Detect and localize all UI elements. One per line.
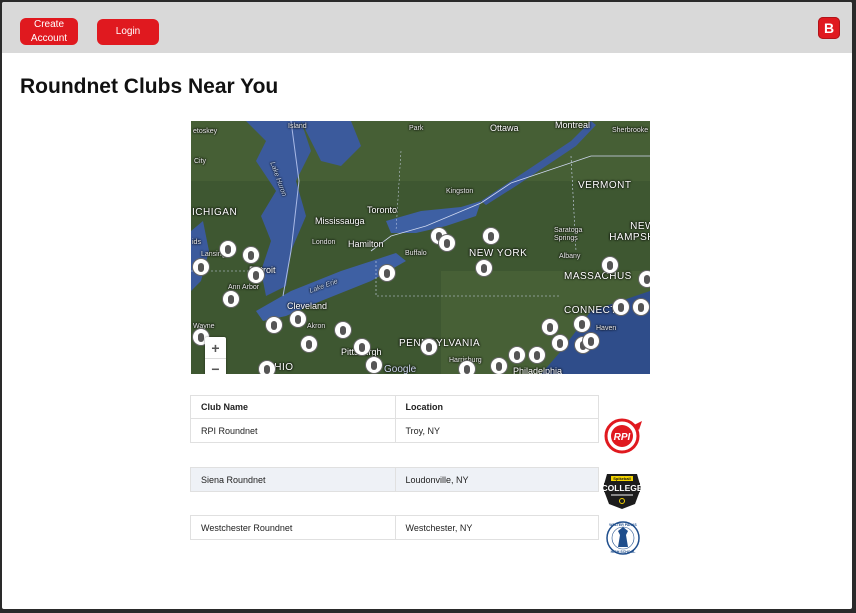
club-map[interactable]: etoskey Island Park Ottawa Montreal Sher… xyxy=(191,121,650,374)
map-label: NEW HAMPSH xyxy=(609,221,650,243)
map-label: Island xyxy=(288,123,307,130)
club-marker[interactable] xyxy=(301,336,317,352)
map-label: VERMONT xyxy=(578,180,632,191)
siena-college-logo: Spikeball COLLEGE xyxy=(599,470,645,510)
club-name-cell: Siena Roundnet xyxy=(201,474,266,485)
club-marker[interactable] xyxy=(574,316,590,332)
column-header-location: Location xyxy=(394,396,599,418)
club-marker[interactable] xyxy=(439,235,455,251)
page-title: Roundnet Clubs Near You xyxy=(20,75,279,98)
club-marker[interactable] xyxy=(476,260,492,276)
walter-panas-high-school-logo: WALTER PANAS HIGH SCHOOL xyxy=(606,517,640,559)
club-marker[interactable] xyxy=(639,271,650,287)
zoom-in-button[interactable]: + xyxy=(205,337,226,358)
club-marker[interactable] xyxy=(193,259,209,275)
app-frame: Create Account Login B Roundnet Clubs Ne… xyxy=(2,2,852,609)
club-marker[interactable] xyxy=(602,257,618,273)
map-label: Ann Arbor xyxy=(228,284,260,291)
map-label: PENNSYLVANIA xyxy=(399,338,481,349)
club-marker[interactable] xyxy=(266,317,282,333)
club-location-cell: Troy, NY xyxy=(394,419,599,442)
svg-text:WALTER PANAS: WALTER PANAS xyxy=(609,523,637,527)
club-marker[interactable] xyxy=(583,333,599,349)
map-label: CONNECT xyxy=(564,305,617,316)
map-label: ICHIGAN xyxy=(192,207,238,218)
map-label: Akron xyxy=(307,323,326,330)
map-label: Toronto xyxy=(367,205,398,215)
table-header-row: Club Name Location xyxy=(191,396,598,419)
club-marker[interactable] xyxy=(243,247,259,263)
map-label: Philadelphia xyxy=(513,366,563,374)
map-label: Buffalo xyxy=(405,250,427,257)
club-marker[interactable] xyxy=(509,347,525,363)
club-marker[interactable] xyxy=(421,339,437,355)
club-marker[interactable] xyxy=(354,339,370,355)
club-marker[interactable] xyxy=(529,347,545,363)
club-marker[interactable] xyxy=(379,265,395,281)
svg-text:RPI: RPI xyxy=(614,432,631,443)
club-marker[interactable] xyxy=(633,299,649,315)
column-header-club-name: Club Name xyxy=(201,402,249,412)
top-navigation-bar: Create Account Login B xyxy=(2,2,852,53)
map-label: Haven xyxy=(596,325,617,332)
club-name-cell: RPI Roundnet xyxy=(201,425,258,436)
svg-text:COLLEGE: COLLEGE xyxy=(601,483,642,493)
club-name-cell: Westchester Roundnet xyxy=(201,522,293,533)
map-zoom-controls: + − xyxy=(205,337,226,374)
club-marker[interactable] xyxy=(459,361,475,374)
table-row[interactable]: Westchester Roundnet Westchester, NY xyxy=(191,516,598,539)
club-marker[interactable] xyxy=(552,335,568,351)
login-button[interactable]: Login xyxy=(97,19,159,45)
club-marker[interactable] xyxy=(366,357,382,373)
clubs-table: Club Name Location RPI Roundnet Troy, NY xyxy=(190,395,599,443)
svg-text:HIGH SCHOOL: HIGH SCHOOL xyxy=(611,550,637,554)
map-label: Albany xyxy=(559,253,581,260)
map-label: City xyxy=(194,158,207,165)
clubs-table: Westchester Roundnet Westchester, NY xyxy=(190,515,599,540)
google-attribution: Google xyxy=(384,364,417,374)
club-location-cell: Loudonville, NY xyxy=(394,468,599,491)
map-label: etoskey xyxy=(193,128,218,135)
table-row[interactable]: Siena Roundnet Loudonville, NY xyxy=(191,468,598,491)
map-label: Saratoga Springs xyxy=(554,227,583,242)
club-marker[interactable] xyxy=(220,241,236,257)
clubs-table: Siena Roundnet Loudonville, NY xyxy=(190,467,599,492)
map-label: Mississauga xyxy=(315,216,365,226)
map-label: Hamilton xyxy=(348,239,384,249)
club-marker[interactable] xyxy=(491,358,507,374)
map-label: Park xyxy=(409,125,424,132)
club-marker[interactable] xyxy=(613,299,629,315)
brand-logo-icon[interactable]: B xyxy=(818,17,840,39)
club-marker[interactable] xyxy=(483,228,499,244)
club-marker[interactable] xyxy=(259,361,275,374)
zoom-out-button[interactable]: − xyxy=(205,358,226,374)
map-label: NEW YORK xyxy=(469,248,528,259)
map-label: Ottawa xyxy=(490,123,519,133)
map-label: ids xyxy=(192,239,201,246)
svg-text:Spikeball: Spikeball xyxy=(613,476,631,481)
rpi-roundnet-logo: RPI xyxy=(602,415,644,457)
table-row[interactable]: RPI Roundnet Troy, NY xyxy=(191,419,598,442)
create-account-button[interactable]: Create Account xyxy=(20,18,78,45)
map-label: Cleveland xyxy=(287,301,328,311)
club-marker[interactable] xyxy=(248,267,264,283)
map-label: MASSACHUS xyxy=(564,271,632,282)
club-location-cell: Westchester, NY xyxy=(394,516,599,539)
map-label: London xyxy=(312,239,336,246)
club-marker[interactable] xyxy=(335,322,351,338)
club-marker[interactable] xyxy=(542,319,558,335)
map-label: Sherbrooke xyxy=(612,127,649,134)
map-label: Montreal xyxy=(555,121,591,130)
club-marker[interactable] xyxy=(223,291,239,307)
club-marker[interactable] xyxy=(290,311,306,327)
map-label: Kingston xyxy=(446,188,474,195)
